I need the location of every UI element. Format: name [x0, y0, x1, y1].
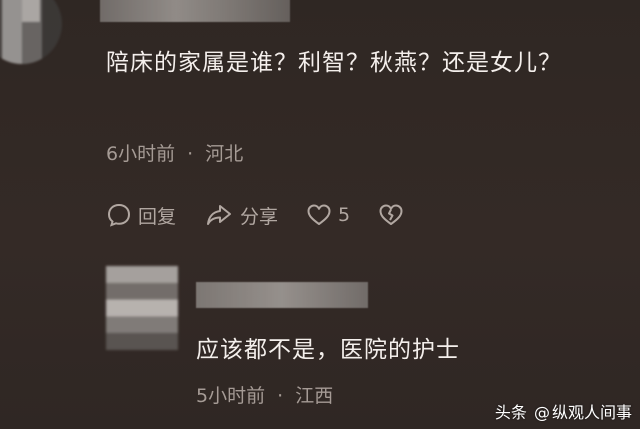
like-count: 5 — [338, 204, 351, 226]
reply-label: 回复 — [138, 205, 177, 228]
comment-actions: 回复 分享 5 — [106, 200, 432, 230]
comment-location: 河北 — [205, 143, 244, 165]
comment-meta: 6小时前 · 河北 — [106, 139, 243, 166]
watermark-platform: 头条 — [494, 403, 527, 422]
reply-meta: 5小时前 · 江西 — [196, 381, 333, 408]
avatar[interactable] — [0, 0, 62, 64]
watermark: 头条 @ 纵观人间事 — [495, 399, 632, 423]
share-button[interactable]: 分享 — [204, 202, 278, 229]
heart-icon — [307, 204, 331, 225]
reply-avatar[interactable] — [106, 266, 178, 350]
comment-bubble-icon — [107, 203, 131, 227]
reply-location: 江西 — [295, 385, 334, 407]
reply-time: 5小时前 — [196, 385, 266, 407]
comment-time: 6小时前 — [106, 143, 176, 165]
share-label: 分享 — [240, 205, 279, 228]
reply-username-blurred[interactable] — [196, 282, 368, 308]
meta-separator: · — [277, 385, 284, 407]
share-arrow-icon — [207, 205, 232, 225]
meta-separator: · — [187, 143, 194, 165]
comment-thread: 陪床的家属是谁？利智？秋燕？还是女儿？ 6小时前 · 河北 回复 分享 5 应该… — [0, 0, 640, 429]
comment-text: 陪床的家属是谁？利智？秋燕？还是女儿？ — [106, 50, 562, 76]
dislike-button[interactable] — [378, 202, 404, 228]
watermark-author: 纵观人间事 — [551, 403, 632, 422]
reply-text: 应该都不是，医院的护士 — [196, 337, 460, 363]
username-blurred[interactable] — [100, 0, 290, 22]
broken-heart-icon — [379, 204, 403, 225]
like-button[interactable]: 5 — [306, 202, 350, 228]
watermark-at: @ — [533, 403, 550, 422]
reply-button[interactable]: 回复 — [106, 202, 176, 229]
